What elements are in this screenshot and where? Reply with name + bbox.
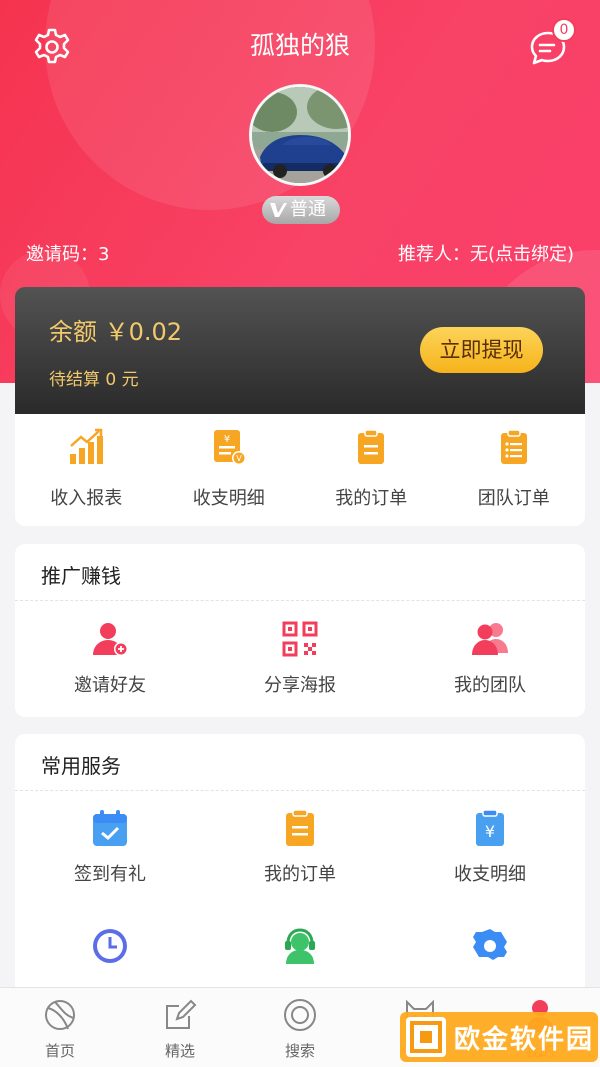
qrcode-icon	[282, 621, 318, 657]
settings-icon	[473, 929, 507, 960]
bill-detail-button[interactable]: ¥ V 收支明细	[158, 414, 301, 526]
watermark: 欧金软件园	[400, 1012, 598, 1062]
service-clock-button[interactable]	[15, 926, 205, 986]
member-level-label: 普通	[290, 199, 326, 220]
services-card: 常用服务 签到有礼 我的订单 ¥ 收支明细	[15, 734, 585, 1004]
quick-action-label: 团队订单	[477, 488, 550, 509]
member-level-badge: 普通	[262, 196, 340, 224]
my-orders-button[interactable]: 我的订单	[300, 414, 443, 526]
balance-amount: 余额 ￥0.02	[49, 318, 183, 346]
share-poster-button[interactable]: 分享海报	[205, 619, 395, 699]
watermark-logo-icon	[406, 1017, 446, 1057]
search-icon	[284, 999, 316, 1031]
avatar[interactable]	[249, 84, 351, 186]
tab-featured[interactable]: 精选	[120, 988, 240, 1067]
promote-item-label: 邀请好友	[74, 675, 146, 696]
service-my-orders-button[interactable]: 我的订单	[205, 808, 395, 888]
vip-mark-icon	[270, 203, 287, 217]
quick-action-label: 收入报表	[50, 488, 123, 509]
add-user-icon	[93, 623, 128, 656]
income-report-button[interactable]: 收入报表	[15, 414, 158, 526]
headset-icon	[285, 928, 315, 964]
edit-icon	[166, 999, 197, 1029]
balance-card: 余额 ￥0.02 待结算 0 元 立即提现	[15, 287, 585, 414]
tab-label: 首页	[44, 1042, 75, 1060]
clipboard-icon	[286, 809, 314, 846]
bar-chart-icon	[70, 428, 104, 464]
team-icon	[472, 623, 508, 655]
quick-actions: 收入报表 ¥ V 收支明细 我的订单 团队订单	[15, 414, 585, 526]
sign-in-gift-button[interactable]: 签到有礼	[15, 808, 205, 888]
promote-title: 推广赚钱	[41, 564, 121, 588]
team-orders-button[interactable]: 团队订单	[443, 414, 586, 526]
message-badge: 0	[552, 18, 576, 42]
page-title: 孤独的狼	[249, 31, 350, 60]
svg-text:¥: ¥	[485, 822, 495, 841]
service-support-button[interactable]	[205, 926, 395, 986]
promote-item-label: 分享海报	[264, 675, 336, 696]
watermark-text: 欧金软件园	[454, 1024, 595, 1055]
promote-item-label: 我的团队	[454, 675, 526, 696]
my-team-button[interactable]: 我的团队	[395, 619, 585, 699]
tab-label: 精选	[164, 1042, 195, 1060]
svg-text:¥: ¥	[224, 434, 230, 445]
avatar-photo	[252, 87, 348, 183]
divider	[15, 600, 585, 601]
divider	[15, 790, 585, 791]
bill-icon: ¥	[476, 809, 504, 846]
invite-code: 邀请码：3	[26, 244, 110, 265]
service-settings-button[interactable]	[395, 926, 585, 986]
service-item-label: 我的订单	[264, 864, 336, 885]
svg-text:V: V	[236, 454, 242, 463]
services-title: 常用服务	[41, 754, 121, 778]
tab-home[interactable]: 首页	[0, 988, 120, 1067]
clipboard-icon	[358, 429, 385, 464]
quick-action-label: 收支明细	[192, 488, 265, 509]
list-icon	[500, 429, 527, 464]
quick-action-label: 我的订单	[335, 488, 408, 509]
promote-card: 推广赚钱 邀请好友 分享海报 我的团队	[15, 544, 585, 717]
invite-friends-button[interactable]: 邀请好友	[15, 619, 205, 699]
clock-icon	[93, 929, 127, 963]
ball-icon	[45, 1000, 75, 1030]
calendar-check-icon	[93, 810, 127, 846]
service-bill-detail-button[interactable]: ¥ 收支明细	[395, 808, 585, 888]
service-item-label: 收支明细	[454, 864, 526, 885]
tab-label: 搜索	[284, 1042, 315, 1060]
service-item-label: 签到有礼	[74, 864, 146, 885]
bill-icon: ¥ V	[213, 430, 246, 465]
tab-search[interactable]: 搜索	[240, 988, 360, 1067]
withdraw-button[interactable]: 立即提现	[420, 327, 543, 373]
referrer-bind-link[interactable]: 推荐人：无(点击绑定)	[398, 240, 574, 266]
pending-settlement: 待结算 0 元	[49, 370, 139, 390]
